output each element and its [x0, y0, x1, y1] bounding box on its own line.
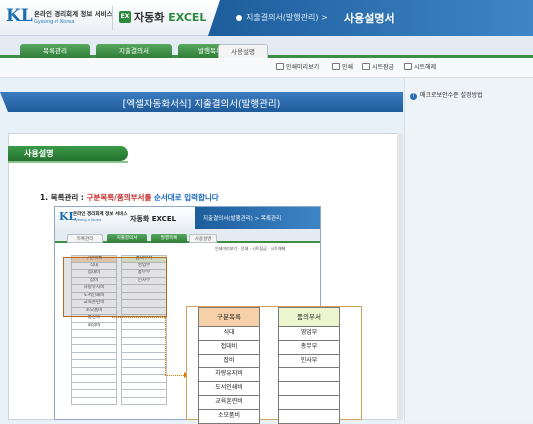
sheet-unlock-button[interactable]: 시트해제: [404, 62, 436, 73]
column-header: 품의부서: [278, 307, 340, 327]
table-cell: 도서인쇄비: [198, 382, 260, 396]
table-cell: 총무부: [278, 340, 340, 355]
print-button[interactable]: 인쇄: [332, 62, 353, 73]
table-cell: [71, 337, 117, 345]
inner-toolbar: 인쇄미리보기 · 인쇄 · 시트잠금 · 시트해제: [215, 246, 286, 251]
header-divider: [112, 6, 113, 30]
table-cell: [121, 360, 167, 368]
callout-line: [165, 375, 186, 376]
inner-tab: 사용설명: [189, 234, 217, 243]
table-cell: 인사부: [278, 354, 340, 369]
print-preview-button[interactable]: 인쇄미리보기: [276, 62, 319, 73]
table-cell: [121, 337, 167, 345]
table-cell: 잡비: [198, 354, 260, 369]
table-cell: 영업부: [278, 327, 340, 341]
table-cell: 차량유지비: [198, 368, 260, 383]
tab-expense-report[interactable]: 지출결의서: [96, 44, 172, 58]
toolbar: [0, 58, 533, 78]
tab-list-manage[interactable]: 목록관리: [20, 44, 90, 58]
callout-line: [165, 317, 166, 375]
instruction-text: 1. 목록관리 : 구분목록/품의부서를 순서대로 입력합니다: [40, 193, 219, 202]
sheet-lock-button[interactable]: 시트잠금: [362, 62, 394, 73]
column-header: 구분목록: [198, 307, 260, 327]
table-cell: [71, 330, 117, 338]
excel-icon: EX: [119, 11, 131, 23]
table-cell: [121, 390, 167, 398]
table-cell: 소모품비: [198, 409, 260, 424]
table-cell: [71, 352, 117, 360]
inner-org-sub: Gyeong-ri Korea: [73, 218, 102, 222]
callout-line: [112, 317, 165, 318]
lock-icon: [362, 63, 370, 70]
page-title: 사용설명서: [344, 12, 395, 25]
zoom-right-column: 품의부서 영업부 총무부 인사부: [278, 307, 340, 424]
breadcrumb: 지출결의서(발행관리) >: [246, 13, 328, 22]
table-cell: [121, 367, 167, 375]
table-cell: 접대비: [198, 340, 260, 355]
table-cell: [71, 382, 117, 390]
section-heading: 사용설명: [8, 146, 128, 161]
preview-icon: [276, 63, 284, 70]
inner-org-name: 온라인 경리회계 정보 서비스: [73, 212, 128, 217]
table-cell: [71, 390, 117, 398]
brand-title: 자동화 EXCEL: [134, 11, 207, 24]
inner-tab: 발행목록: [151, 234, 187, 243]
org-subtitle: Gyeong-ri Korea: [34, 19, 75, 25]
table-cell: [278, 382, 340, 396]
table-cell: 회의비: [71, 322, 117, 330]
section-underline: [8, 161, 128, 163]
org-name: 온라인 경리회계 정보 서비스: [34, 10, 113, 18]
table-cell: [278, 409, 340, 424]
inner-breadcrumb: 지출결의서(발행관리) > 목록관리: [203, 216, 282, 222]
table-cell: [121, 382, 167, 390]
zoom-left-column: 구분목록 식대 접대비 잡비 차량유지비 도서인쇄비 교육훈련비 소모품비: [198, 307, 260, 424]
table-cell: [71, 397, 117, 405]
table-cell: [121, 397, 167, 405]
tab-usage[interactable]: 사용설명: [218, 44, 268, 58]
macro-help-link[interactable]: ? 매크로보안수준 설정방법: [410, 90, 483, 100]
main-title: [엑셀자동화서식] 지출결의서(발행관리): [122, 99, 281, 110]
printer-icon: [332, 63, 340, 70]
help-icon: ?: [410, 93, 417, 100]
table-cell: [71, 360, 117, 368]
table-cell: [121, 345, 167, 353]
unlock-icon: [404, 63, 412, 70]
inner-tab: 목록관리: [67, 234, 103, 243]
bullet-icon: [236, 15, 242, 21]
inner-brand: 자동화 EXCEL: [130, 215, 177, 223]
table-cell: 식대: [198, 327, 260, 341]
table-cell: [71, 367, 117, 375]
table-cell: [278, 395, 340, 410]
table-cell: [121, 322, 167, 330]
table-cell: [121, 330, 167, 338]
table-cell: [278, 368, 340, 383]
inner-tab: 지출결의서: [107, 234, 147, 243]
table-cell: [121, 375, 167, 383]
kl-logo: KL: [6, 6, 33, 26]
table-cell: [71, 345, 117, 353]
highlight-overlay: [63, 257, 167, 317]
vertical-scrollbar[interactable]: [397, 133, 403, 420]
table-cell: 교육훈련비: [198, 395, 260, 410]
side-panel: [404, 78, 533, 420]
table-cell: [71, 375, 117, 383]
table-cell: [121, 352, 167, 360]
